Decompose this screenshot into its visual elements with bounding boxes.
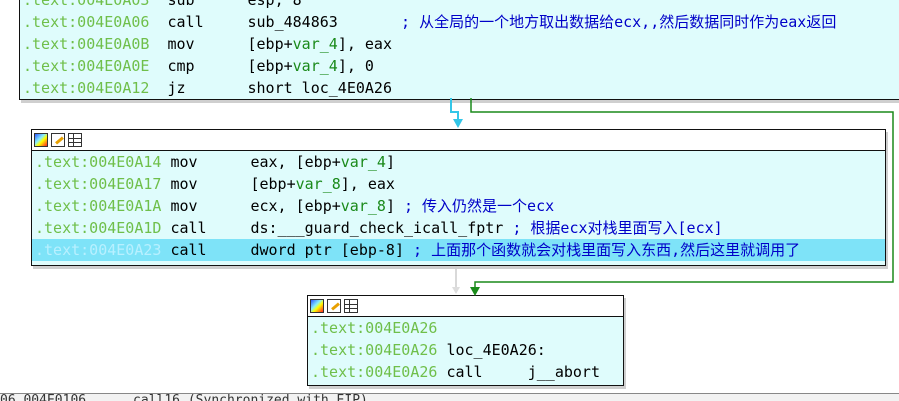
edge-taken	[470, 98, 894, 292]
flow-edges	[450, 98, 894, 296]
edge-taken-arrow	[470, 287, 480, 296]
edge-fallthrough-arrow	[453, 119, 463, 128]
edge-continue-arrow	[452, 287, 460, 294]
